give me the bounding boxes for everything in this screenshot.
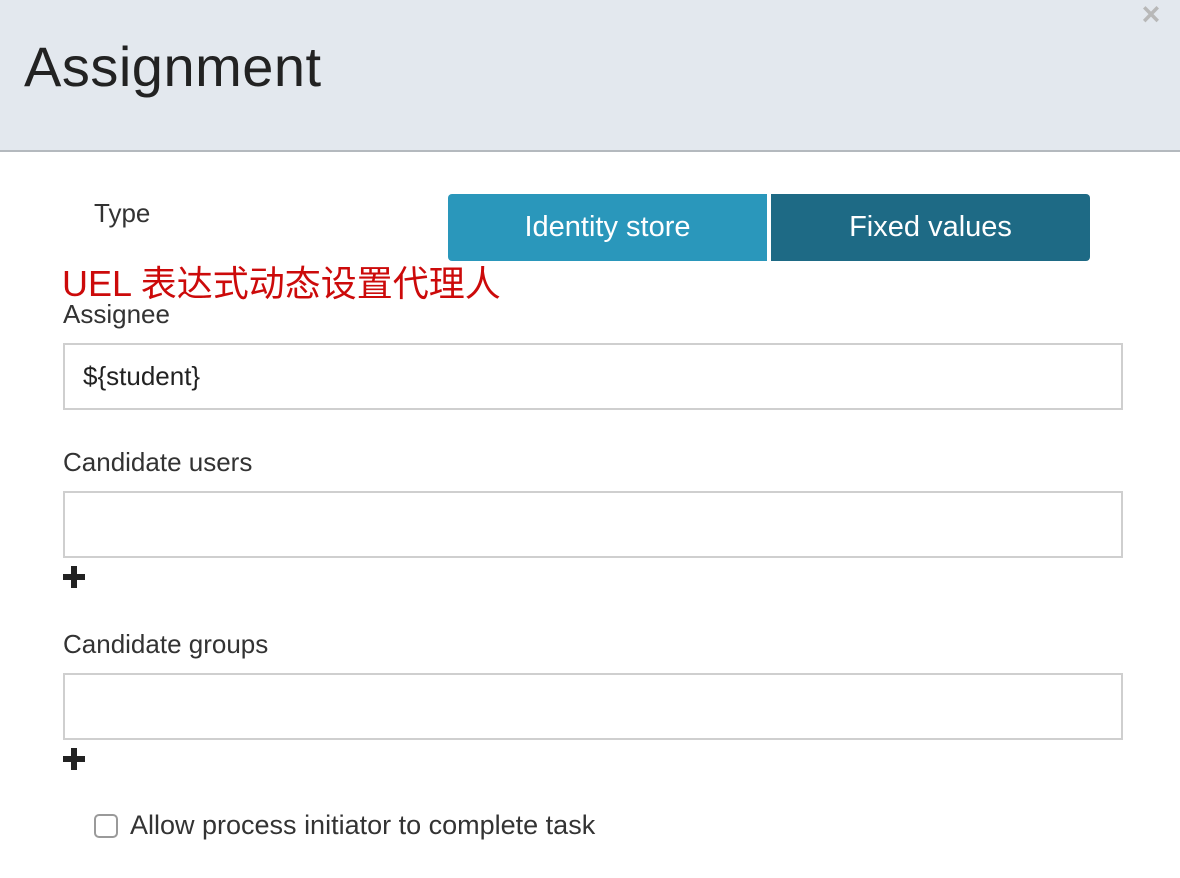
close-icon[interactable]: × bbox=[1136, 0, 1166, 32]
candidate-users-input[interactable] bbox=[63, 491, 1123, 558]
allow-initiator-checkbox[interactable] bbox=[94, 814, 118, 838]
assignment-dialog: Assignment × Type Identity store Fixed v… bbox=[0, 0, 1180, 878]
type-label: Type bbox=[94, 198, 151, 228]
candidate-groups-input[interactable] bbox=[63, 673, 1123, 740]
assignee-label: Assignee bbox=[63, 299, 170, 329]
candidate-groups-label: Candidate groups bbox=[63, 629, 269, 659]
assignee-input[interactable] bbox=[63, 343, 1123, 410]
identity-store-button[interactable]: Identity store bbox=[448, 194, 767, 261]
candidate-users-label: Candidate users bbox=[63, 447, 253, 477]
dialog-header: Assignment bbox=[0, 0, 1180, 152]
allow-initiator-label: Allow process initiator to complete task bbox=[130, 810, 596, 840]
type-toggle: Identity store Fixed values bbox=[448, 194, 1090, 261]
dialog-title: Assignment bbox=[24, 35, 322, 98]
add-candidate-group-plus-icon[interactable] bbox=[63, 748, 85, 770]
fixed-values-button[interactable]: Fixed values bbox=[771, 194, 1090, 261]
add-candidate-user-plus-icon[interactable] bbox=[63, 566, 85, 588]
